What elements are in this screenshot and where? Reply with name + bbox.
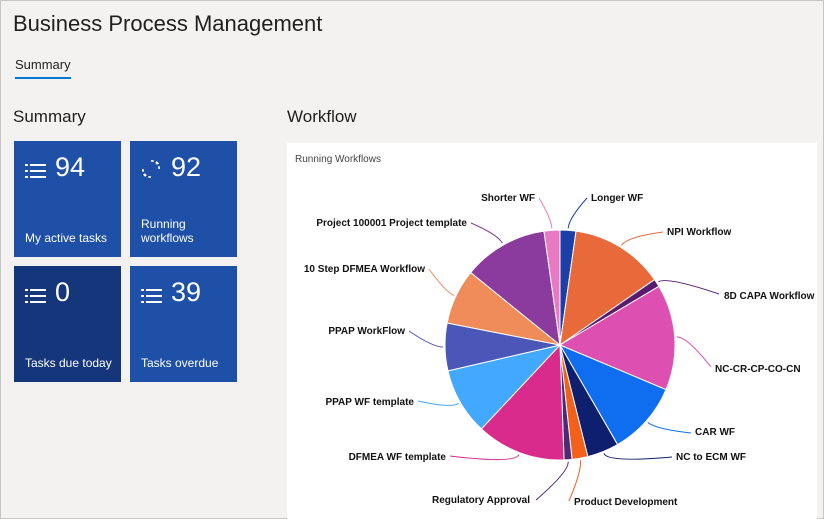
workflow-section-title: Workflow <box>287 107 357 126</box>
tile-count: 92 <box>171 152 202 182</box>
pie-slice-label: 10 Step DFMEA Workflow <box>304 264 425 275</box>
pie-slice-label: DFMEA WF template <box>349 452 447 463</box>
running-workflows-card: Running Workflows Longer WF NPI Workflow 8… <box>287 143 817 519</box>
pie-leader-line <box>449 454 520 461</box>
pie-leader-line <box>470 222 503 244</box>
tile-label: Tasks overdue <box>141 356 219 370</box>
pie-leader-line <box>658 280 720 295</box>
tile-label: Tasks due today <box>25 356 112 370</box>
running-workflows-pie-chart: Longer WF NPI Workflow 8D CAPA Workflow NC-… <box>304 193 815 508</box>
refresh-icon <box>142 160 160 178</box>
pie-slice-label: PPAP WF template <box>325 397 414 408</box>
pie-slice-label: Product Development <box>574 497 678 508</box>
pie-slice-label: NPI Workflow <box>667 227 731 238</box>
pie-leader-line <box>428 268 455 296</box>
pie-leader-line <box>408 330 444 348</box>
tile-label: My active tasks <box>25 231 108 245</box>
pie-slice-label: CAR WF <box>695 427 735 438</box>
pie-leader-line <box>417 400 459 406</box>
pie-slice-label: Longer WF <box>591 193 643 204</box>
pie-leader-line <box>538 197 553 229</box>
pie-slice-label: 8D CAPA Workflow <box>724 291 815 302</box>
tile-running-workflows[interactable]: 92 Running workflows <box>130 141 237 257</box>
pie-leader-line <box>535 461 569 501</box>
tile-tasks-overdue[interactable]: 39 Tasks overdue <box>130 266 237 382</box>
tile-my-active-tasks[interactable]: 94 My active tasks <box>14 141 121 257</box>
tile-label: Running workflows <box>141 217 194 245</box>
pie-slice-label: PPAP WorkFlow <box>328 326 405 337</box>
tab-summary[interactable]: Summary <box>15 57 71 79</box>
pie-leader-line <box>647 421 692 434</box>
pie-slice-label: Regulatory Approval <box>432 495 530 506</box>
pie-leader-line <box>676 336 712 368</box>
list-icon <box>25 164 46 178</box>
tile-count: 39 <box>171 277 202 307</box>
pie-slice-label: Shorter WF <box>481 193 535 204</box>
pie-leader-line <box>568 460 582 502</box>
app-frame: Business Process Management Summary Summ… <box>0 0 824 519</box>
pie-leader-line <box>620 231 664 246</box>
pie-leader-line <box>603 453 673 460</box>
pie-slice-label: Project 100001 Project template <box>316 218 467 229</box>
tile-count: 0 <box>55 277 71 307</box>
list-icon <box>25 289 46 303</box>
list-icon <box>141 289 162 303</box>
tile-tasks-due-today[interactable]: 0 Tasks due today <box>14 266 121 382</box>
pie-leader-line <box>567 197 588 229</box>
summary-section-title: Summary <box>13 107 86 126</box>
pie-slice-label: NC-CR-CP-CO-CN <box>715 364 801 375</box>
page-title: Business Process Management <box>13 11 323 36</box>
tile-count: 94 <box>55 152 86 182</box>
pie-slice-label: NC to ECM WF <box>676 452 746 463</box>
